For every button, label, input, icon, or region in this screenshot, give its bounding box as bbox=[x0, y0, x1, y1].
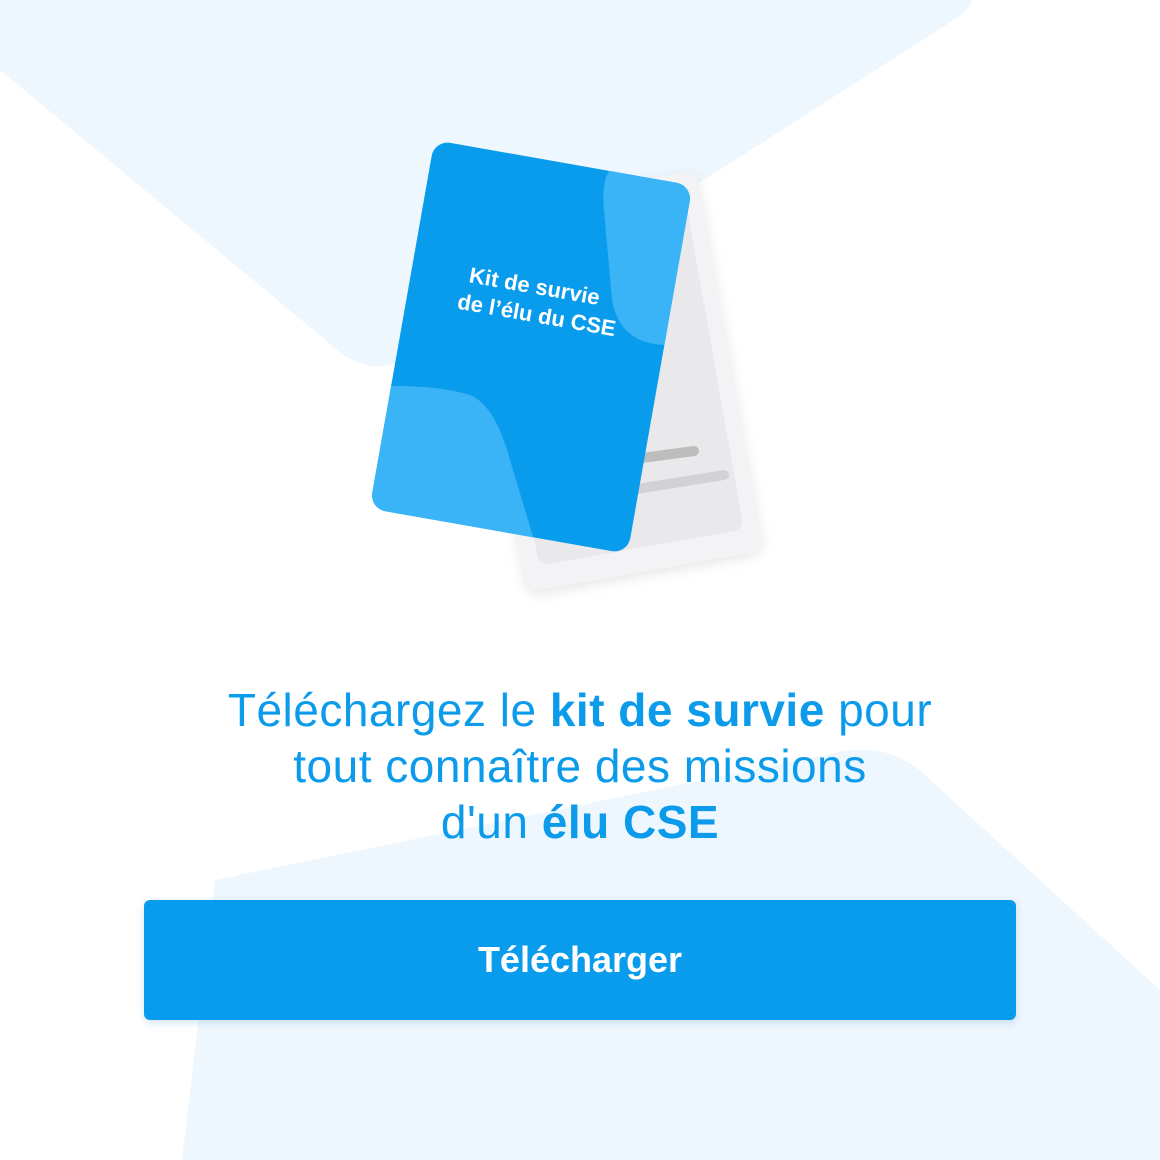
headline-line-1-bold: kit de survie bbox=[549, 684, 825, 736]
headline-line-3-prefix: d'un bbox=[440, 796, 542, 848]
headline: Téléchargez le kit de survie pour tout c… bbox=[100, 682, 1060, 850]
download-button[interactable]: Télécharger bbox=[144, 900, 1016, 1020]
headline-line-2: tout connaître des missions bbox=[293, 740, 867, 792]
headline-line-1-suffix: pour bbox=[824, 684, 933, 736]
headline-line-3-bold: élu CSE bbox=[541, 796, 720, 848]
headline-line-1-prefix: Téléchargez le bbox=[227, 684, 550, 736]
promo-card: Kit de survie de l’élu du CSE Télécharge… bbox=[0, 0, 1160, 1160]
headline-line-3: d'un élu CSE bbox=[100, 794, 1060, 850]
headline-line-1: Téléchargez le kit de survie pour bbox=[100, 682, 1060, 738]
